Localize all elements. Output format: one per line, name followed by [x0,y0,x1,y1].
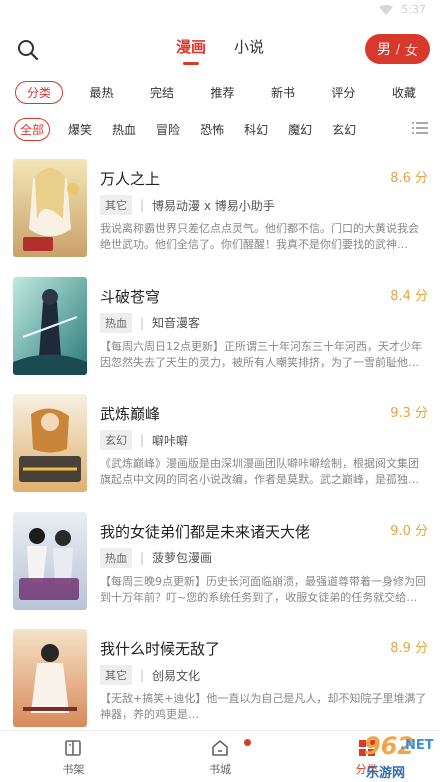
comic-title: 我什么时候无敌了 [100,640,221,658]
list-item[interactable]: 我的女徒弟们都是未来诸天大佬 9.0 分 热血 | 菠萝包漫画 【每周三晚9点更… [0,505,440,623]
comic-score: 8.6 分 [390,171,428,186]
sort-category[interactable]: 分类 [15,80,64,104]
comic-author: 知音漫客 [152,316,201,330]
genre-tag: 热血 [100,547,132,568]
cover-image [13,629,87,727]
comic-description: 我说离称霸世界只差亿点点灵气。他们都不信。门口的大黄说我会绝世武功。他们全信了。… [100,222,419,251]
comic-score: 9.0 分 [390,523,428,539]
comic-description: 【无敌+搞笑+迪化】他一直以为自己是凡人，却不知院子里堆满了神器，养的鸡更是… [100,692,427,721]
genre-tag: 热血 [100,312,132,333]
comic-title: 我的女徒弟们都是未来诸天大佬 [100,522,311,541]
bookshelf-icon [63,738,83,758]
gender-female: 女 [404,43,418,59]
meta-divider: | [140,198,145,212]
comic-score: 9.3 分 [390,406,428,421]
genre-magic[interactable]: 魔幻 [288,121,312,138]
comic-author: 菠萝包漫画 [152,551,213,565]
comic-score: 8.4 分 [390,288,428,304]
gender-male: 男 [376,42,391,58]
list-item[interactable]: 我什么时候无敌了 8.9 分 其它 | 创易文化 【无敌+搞笑+迪化】他一直以为… [0,622,440,740]
sort-new[interactable]: 新书 [261,81,305,104]
category-icon [357,738,377,758]
comic-description: 《武炼巅峰》漫画版是由深圳漫画团队噼咔噼绘制，根据阅文集团旗起点中文网的同名小说… [100,457,419,486]
nav-bookstore[interactable]: 书城 [147,731,294,782]
notification-dot [244,739,251,746]
genre-tag: 玄幻 [100,430,132,450]
cover-image [13,159,87,257]
bottom-navigation: 书架 书城 分类 [0,730,440,782]
sort-rating[interactable]: 评分 [321,81,365,104]
genre-tag: 其它 [100,195,132,215]
tab-novels[interactable]: 小说 [234,36,264,65]
comic-description: 【每周三晚9点更新】历史长河面临崩溃，最强道尊带着一身修为回到十万年前？叮~您的… [100,574,426,604]
genre-scifi[interactable]: 科幻 [244,121,268,138]
tab-comics[interactable]: 漫画 [176,36,206,65]
genre-filter-row: 全部 爆笑 热血 冒险 恐怖 科幻 魔幻 玄幻 [0,117,440,141]
comic-list: 万人之上 8.6 分 其它 | 博易动漫 x 博易小助手 我说离称霸世界只差亿点… [0,152,440,740]
list-item[interactable]: 斗破苍穹 8.4 分 热血 | 知音漫客 【每周六周日12点更新】正所谓三十年河… [0,270,440,388]
comic-author: 创易文化 [152,668,201,683]
cover-image [13,511,87,610]
nav-category[interactable]: 分类 [293,731,440,782]
sort-favorites[interactable]: 收藏 [382,81,426,104]
meta-divider: | [140,315,145,330]
comic-description: 【每周六周日12点更新】正所谓三十年河东三十年河西，天才少年因忽然失去了天生的灵… [100,339,422,369]
genre-fantasy[interactable]: 玄幻 [332,121,356,138]
nav-label: 书城 [209,763,231,776]
wifi-icon [379,4,394,15]
status-bar: 5:37 [0,0,440,22]
cover-image [13,276,87,375]
nav-label: 书架 [62,763,85,776]
nav-bookshelf[interactable]: 书架 [0,731,147,782]
comic-title: 武炼巅峰 [100,405,161,423]
sort-filter-row: 分类 最热 完结 推荐 新书 评分 收藏 [0,79,440,105]
meta-divider: | [140,668,145,682]
sort-recommended[interactable]: 推荐 [200,81,244,104]
meta-divider: | [140,433,145,447]
bookstore-icon [210,738,230,758]
cover-image [13,394,87,492]
top-bar: 漫画 小说 男 / 女 [0,26,440,72]
gender-separator: / [395,42,400,56]
genre-horror[interactable]: 恐怖 [200,121,224,138]
genre-tag: 其它 [100,665,132,685]
genre-adventure[interactable]: 冒险 [156,121,180,138]
comic-score: 8.9 分 [390,641,428,656]
comic-title: 万人之上 [100,170,161,188]
genre-action[interactable]: 热血 [112,121,136,138]
sort-hottest[interactable]: 最热 [79,81,123,104]
gender-toggle[interactable]: 男 / 女 [364,34,430,64]
genre-all[interactable]: 全部 [14,117,51,141]
comic-author: 噼咔噼 [152,433,189,448]
list-item[interactable]: 万人之上 8.6 分 其它 | 博易动漫 x 博易小助手 我说离称霸世界只差亿点… [0,152,440,270]
list-item[interactable]: 武炼巅峰 9.3 分 玄幻 | 噼咔噼 《武炼巅峰》漫画版是由深圳漫画团队噼咔噼… [0,387,440,505]
sort-completed[interactable]: 完结 [140,81,184,104]
nav-label: 分类 [355,763,378,776]
comic-author: 博易动漫 x 博易小助手 [152,198,275,213]
genre-funny[interactable]: 爆笑 [68,121,92,138]
list-menu-icon[interactable] [412,120,428,136]
status-time: 5:37 [401,3,426,16]
comic-title: 斗破苍穹 [100,287,161,306]
meta-divider: | [140,550,145,565]
